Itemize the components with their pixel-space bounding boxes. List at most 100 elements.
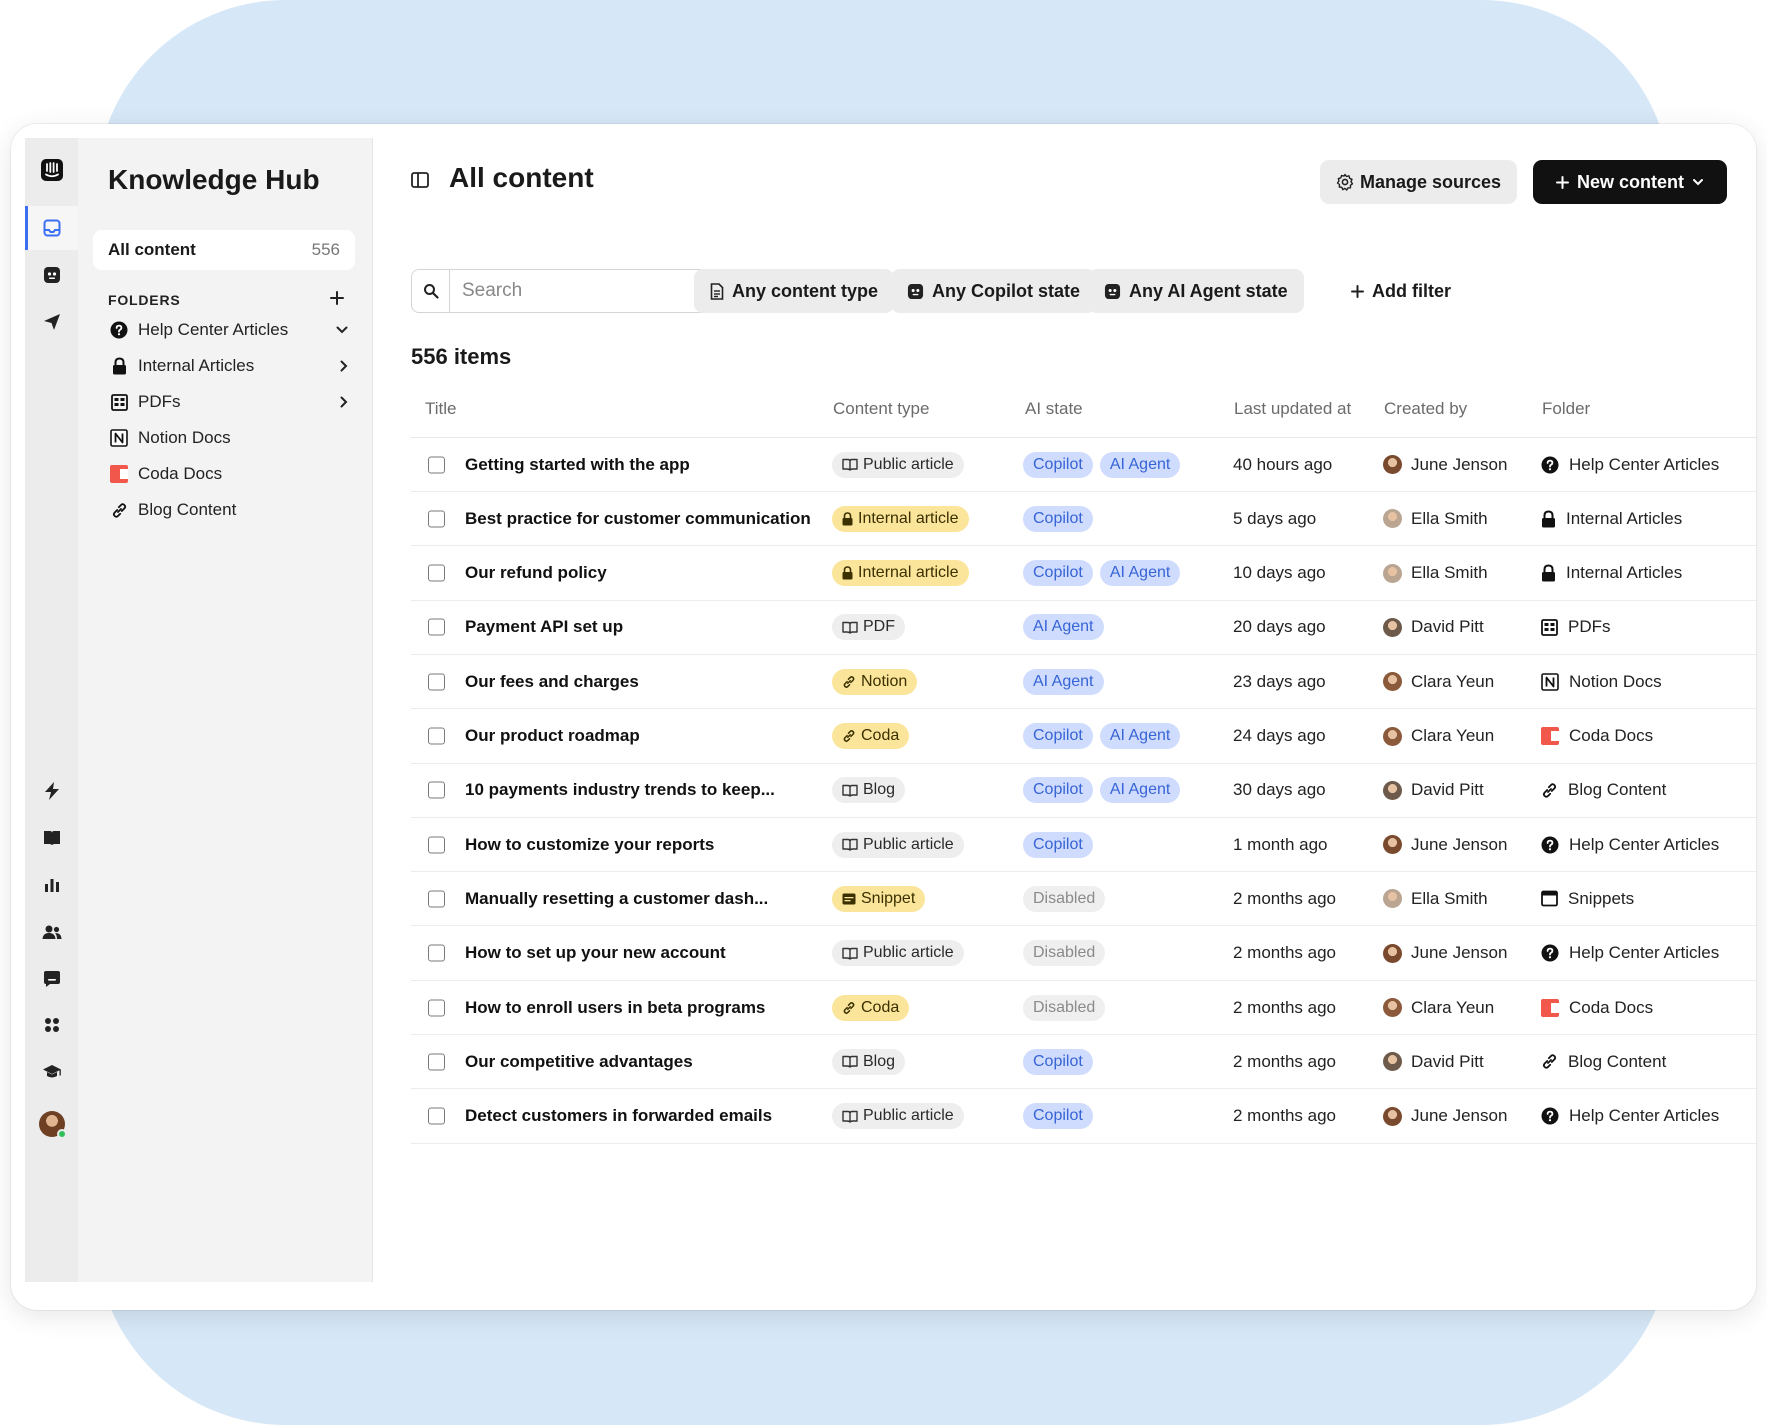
- column-header-last-updated[interactable]: Last updated at: [1234, 399, 1351, 419]
- contacts-icon[interactable]: [25, 910, 78, 954]
- row-title[interactable]: 10 payments industry trends to keep...: [465, 780, 775, 800]
- nav-rail: [25, 138, 78, 1282]
- content-type-label: Blog: [863, 1052, 896, 1070]
- sidebar-folder-help-center-articles[interactable]: Help Center Articles: [108, 314, 348, 346]
- ai-state-cell: Copilot AI Agent: [1023, 723, 1181, 749]
- logo-icon[interactable]: [25, 148, 78, 192]
- table-row[interactable]: Our product roadmap Coda Copilot AI Agent 24…: [411, 710, 1756, 764]
- row-checkbox[interactable]: [428, 1107, 445, 1125]
- toggle-sidebar-icon[interactable]: [411, 172, 429, 193]
- apps-icon[interactable]: [25, 1003, 78, 1047]
- column-header-content-type[interactable]: Content type: [833, 399, 929, 419]
- content-type-filter[interactable]: Any content type: [694, 269, 895, 313]
- row-title[interactable]: Our refund policy: [465, 563, 607, 583]
- column-header-ai-state[interactable]: AI state: [1025, 399, 1083, 419]
- avatar: [1383, 780, 1402, 800]
- row-title[interactable]: Getting started with the app: [465, 455, 690, 475]
- row-checkbox[interactable]: [428, 890, 445, 908]
- items-count: 556 items: [411, 344, 512, 369]
- creator-name: David Pitt: [1411, 780, 1484, 800]
- folder-cell: Blog Content: [1541, 1052, 1666, 1072]
- row-title[interactable]: Detect customers in forwarded emails: [465, 1106, 772, 1126]
- folder-name: Blog Content: [1568, 780, 1667, 800]
- content-type-badge: PDF: [832, 614, 905, 641]
- row-checkbox[interactable]: [428, 727, 445, 745]
- column-header-title[interactable]: Title: [425, 399, 457, 419]
- academy-icon[interactable]: [25, 1050, 78, 1094]
- lock-icon: [108, 355, 130, 377]
- ai-state-cell: Copilot: [1023, 505, 1093, 532]
- ai-state-badge-ai-agent: AI Agent: [1099, 723, 1181, 749]
- link-icon: [108, 499, 130, 521]
- book-icon[interactable]: [25, 816, 78, 860]
- messages-icon[interactable]: [25, 957, 78, 1001]
- search-input[interactable]: [450, 280, 720, 302]
- row-title[interactable]: How to enroll users in beta programs: [465, 998, 765, 1018]
- content-type-label: Snippet: [861, 889, 916, 907]
- send-icon[interactable]: [25, 300, 78, 344]
- row-checkbox[interactable]: [428, 781, 445, 799]
- folder-cell: Snippets: [1541, 889, 1634, 909]
- sidebar-folder-blog-content[interactable]: Blog Content: [108, 494, 348, 526]
- content-type-label: Public article: [863, 455, 954, 473]
- chevron-right-icon[interactable]: [340, 396, 348, 408]
- content-type-label: Notion: [861, 672, 908, 690]
- table-row[interactable]: Our competitive advantages Blog Copilot 2 m…: [411, 1035, 1756, 1090]
- folder-name: Coda Docs: [1569, 726, 1654, 745]
- table-row[interactable]: Our fees and charges Notion AI Agent 23 day…: [411, 655, 1756, 710]
- row-title[interactable]: Payment API set up: [465, 617, 623, 637]
- copilot-icon[interactable]: [25, 253, 78, 297]
- content-type-label: Public article: [863, 944, 954, 962]
- copilot-state-filter[interactable]: Any Copilot state: [891, 269, 1097, 313]
- row-title[interactable]: Our product roadmap: [465, 726, 640, 746]
- row-title[interactable]: Manually resetting a customer dash...: [465, 889, 768, 909]
- inbox-icon[interactable]: [25, 206, 78, 250]
- row-checkbox[interactable]: [428, 944, 445, 962]
- sidebar-item-all-content[interactable]: All content 556: [93, 230, 355, 270]
- row-title[interactable]: Our competitive advantages: [465, 1052, 693, 1072]
- link-icon: [1541, 1053, 1558, 1070]
- table-row[interactable]: Manually resetting a customer dash... Sni…: [411, 872, 1756, 927]
- new-content-button[interactable]: New content: [1533, 160, 1727, 204]
- table-row[interactable]: Best practice for customer communication…: [411, 492, 1756, 547]
- creator-name: June Jenson: [1411, 943, 1508, 963]
- column-header-created-by[interactable]: Created by: [1384, 399, 1467, 419]
- table-row[interactable]: How to set up your new account Public art…: [411, 927, 1756, 981]
- user-avatar[interactable]: [25, 1102, 78, 1146]
- copilot-icon: [907, 283, 924, 299]
- sidebar-folder-pdfs[interactable]: PDFs: [108, 386, 348, 418]
- table-row[interactable]: How to customize your reports Public arti…: [411, 818, 1756, 873]
- table-row[interactable]: Payment API set up PDF AI Agent 20 days ago…: [411, 601, 1756, 655]
- ai-agent-state-filter[interactable]: Any AI Agent state: [1088, 269, 1304, 313]
- bolt-icon[interactable]: [25, 769, 78, 813]
- folder-cell: Coda Docs: [1541, 726, 1653, 746]
- row-checkbox[interactable]: [428, 510, 445, 528]
- sidebar-folder-notion-docs[interactable]: Notion Docs: [108, 422, 348, 454]
- row-checkbox[interactable]: [428, 836, 445, 854]
- chevron-down-icon[interactable]: [336, 326, 348, 334]
- manage-sources-button[interactable]: Manage sources: [1320, 160, 1517, 204]
- add-filter-button[interactable]: Add filter: [1351, 269, 1451, 313]
- reports-icon[interactable]: [25, 863, 78, 907]
- row-checkbox[interactable]: [428, 1053, 445, 1071]
- row-title[interactable]: Our fees and charges: [465, 672, 639, 692]
- table-row[interactable]: Detect customers in forwarded emails Publ…: [411, 1090, 1756, 1144]
- table-row[interactable]: Our refund policy Internal article Copilot…: [411, 547, 1756, 601]
- column-header-folder[interactable]: Folder: [1542, 399, 1590, 419]
- add-folder-button[interactable]: [330, 286, 344, 310]
- row-title[interactable]: Best practice for customer communication: [465, 509, 811, 529]
- row-checkbox[interactable]: [428, 999, 445, 1016]
- sidebar-folder-coda-docs[interactable]: Coda Docs: [108, 458, 348, 490]
- row-checkbox[interactable]: [428, 618, 445, 636]
- row-title[interactable]: How to set up your new account: [465, 943, 726, 963]
- folder-name: Help Center Articles: [1569, 454, 1720, 474]
- row-checkbox[interactable]: [428, 456, 445, 473]
- row-checkbox[interactable]: [428, 564, 445, 582]
- chevron-right-icon[interactable]: [340, 360, 348, 372]
- table-row[interactable]: Getting started with the app Public artic…: [411, 438, 1756, 492]
- row-checkbox[interactable]: [428, 673, 445, 691]
- sidebar-folder-internal-articles[interactable]: Internal Articles: [108, 350, 348, 382]
- table-row[interactable]: How to enroll users in beta programs Coda…: [411, 981, 1756, 1035]
- table-row[interactable]: 10 payments industry trends to keep... Bl…: [411, 764, 1756, 818]
- row-title[interactable]: How to customize your reports: [465, 835, 714, 855]
